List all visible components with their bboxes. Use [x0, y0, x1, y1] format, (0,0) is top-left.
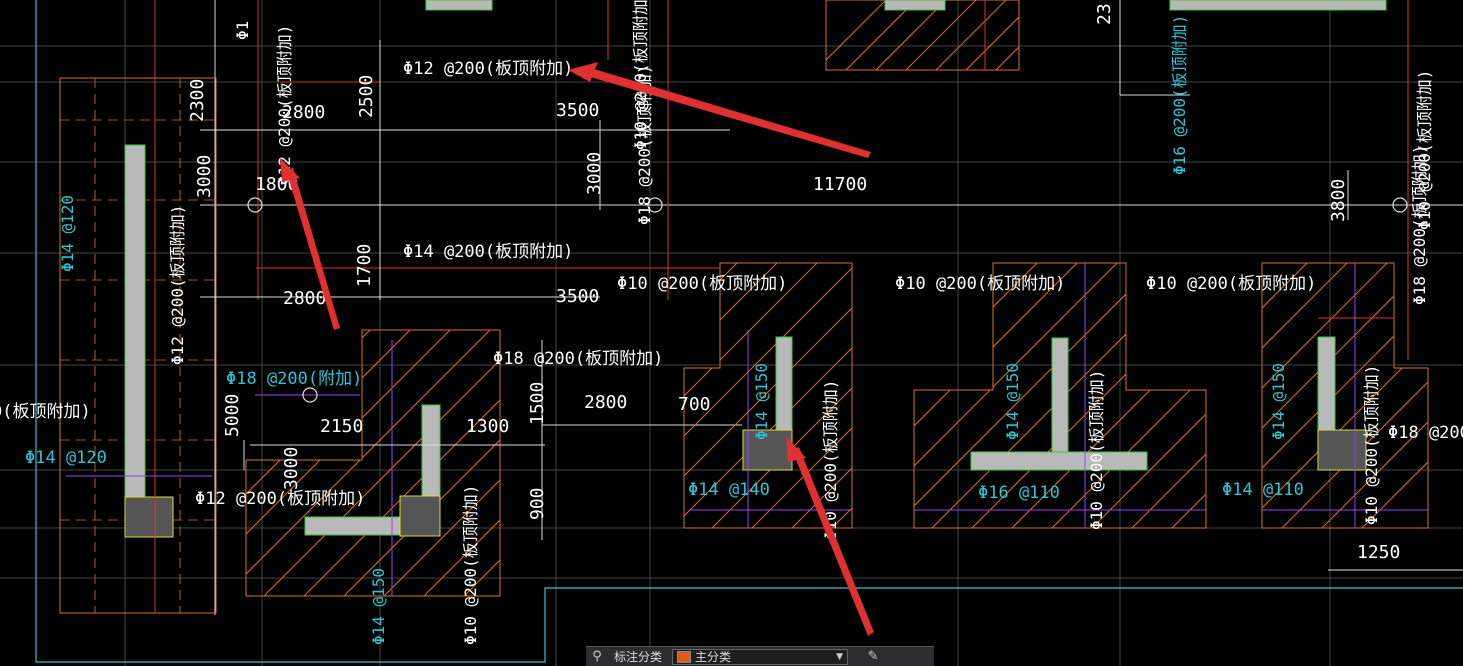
dim-2150: 2150 — [320, 416, 363, 437]
dim-11700: 11700 — [813, 174, 867, 195]
dim-1300: 1300 — [466, 416, 509, 437]
cyan-vlabel-4: Φ14 @150 — [1003, 363, 1022, 440]
vlabel-9: Φ10 @200(板顶附加) — [1362, 365, 1381, 525]
chevron-down-icon[interactable]: ▼ — [836, 652, 847, 662]
dim-2800b: 2800 — [283, 288, 326, 309]
label-cyan-3: Φ16 @110 — [978, 483, 1060, 503]
dim-2800c: 2800 — [584, 392, 627, 413]
dim-3800: 3800 — [1328, 179, 1349, 222]
cyan-vlabel-2: Φ14 @150 — [369, 568, 388, 645]
vlabel-4: Φ16 @200(板顶附加) — [1170, 15, 1189, 175]
cyan-vlabel-5: Φ14 @150 — [1269, 363, 1288, 440]
dim-3000c: 3000 — [281, 447, 302, 490]
cyan-vlabel-1: Φ14 @120 — [58, 195, 77, 272]
grid-lines — [0, 0, 1463, 666]
rebar-labels-cyan-v: Φ16 @200(板顶附加) Φ14 @120 Φ14 @150 Φ14 @15… — [58, 15, 1288, 645]
dim-1250: 1250 — [1357, 542, 1400, 563]
annotation-status-bar: ⚲ 标注分类 主分类 ▼ ✎ — [586, 646, 934, 666]
arrow-1 — [580, 66, 871, 158]
label-cyan-1: Φ14 @120 — [25, 448, 107, 468]
dim-700: 700 — [678, 394, 711, 415]
cad-canvas[interactable]: Φ12 @200(板顶附加) Φ14 @200(板顶附加) Φ10 @200(板… — [0, 0, 1463, 666]
vlabel-frag: Φ1 — [233, 21, 252, 40]
axis-markers — [247, 197, 1408, 403]
cad-drawing[interactable]: Φ12 @200(板顶附加) Φ14 @200(板顶附加) Φ10 @200(板… — [0, 0, 1463, 666]
dim-900: 900 — [527, 487, 548, 520]
dim-5000: 5000 — [222, 394, 243, 437]
label-mid-2: Φ12 @200(板顶附加) — [195, 489, 365, 509]
dim-2300: 2300 — [187, 79, 208, 122]
dim-3500a: 3500 — [556, 100, 599, 121]
binoculars-icon[interactable]: ⚲ — [586, 647, 608, 666]
vlabel-10: Φ10 @200(板顶附加) — [631, 0, 650, 150]
dim-2500: 2500 — [356, 75, 377, 118]
dim-23: 23 — [1094, 3, 1115, 25]
cyan-vlabel-3: Φ14 @150 — [752, 363, 771, 440]
dim-1700: 1700 — [354, 244, 375, 287]
rebar-labels-cyan-h: Φ18 @200(附加) Φ14 @120 Φ14 @140 Φ16 @110 … — [25, 369, 1304, 503]
label-top-5: Φ10 @200(板顶附加) — [1146, 274, 1316, 294]
dim-3500b: 3500 — [556, 286, 599, 307]
label-top-2: Φ14 @200(板顶附加) — [403, 242, 573, 262]
dim-3000b: 3000 — [584, 152, 605, 195]
layer-color-swatch — [677, 650, 692, 663]
label-mid-1: Φ18 @200(板顶附加) — [493, 349, 663, 369]
vlabel-2: Φ12 @200(板顶附加) — [168, 205, 187, 365]
pencil-settings-icon[interactable]: ✎ — [862, 647, 884, 666]
label-fragment-right: Φ18 @200 — [1388, 423, 1463, 443]
dim-2800a: 2800 — [282, 102, 325, 123]
label-cyan-2: Φ14 @140 — [688, 480, 770, 500]
vlabel-8: Φ10 @200(板顶附加) — [1087, 370, 1106, 530]
annotation-category-label: 标注分类 — [614, 650, 663, 664]
label-cyan-4: Φ14 @110 — [1222, 480, 1304, 500]
dim-1500: 1500 — [527, 382, 548, 425]
label-cyan-anchor: Φ18 @200(附加) — [226, 369, 362, 389]
label-top-1: Φ12 @200(板顶附加) — [403, 59, 573, 79]
label-top-3: Φ10 @200(板顶附加) — [617, 274, 787, 294]
left-wall-region — [59, 77, 217, 614]
label-fragment-left: 0(板顶附加) — [0, 402, 91, 422]
rebar-labels-white: Φ12 @200(板顶附加) Φ14 @200(板顶附加) Φ10 @200(板… — [0, 59, 1463, 509]
hatched-column-3 — [913, 262, 1207, 529]
label-top-4: Φ10 @200(板顶附加) — [895, 274, 1065, 294]
dim-3000a: 3000 — [194, 155, 215, 198]
layer-category-value: 主分类 — [695, 650, 732, 664]
layer-category-select[interactable]: 主分类 ▼ — [672, 648, 849, 665]
vlabel-6: Φ10 @200(板顶附加) — [461, 485, 480, 645]
vlabel-11: Φ10 @200(板顶附加) — [1415, 70, 1434, 230]
